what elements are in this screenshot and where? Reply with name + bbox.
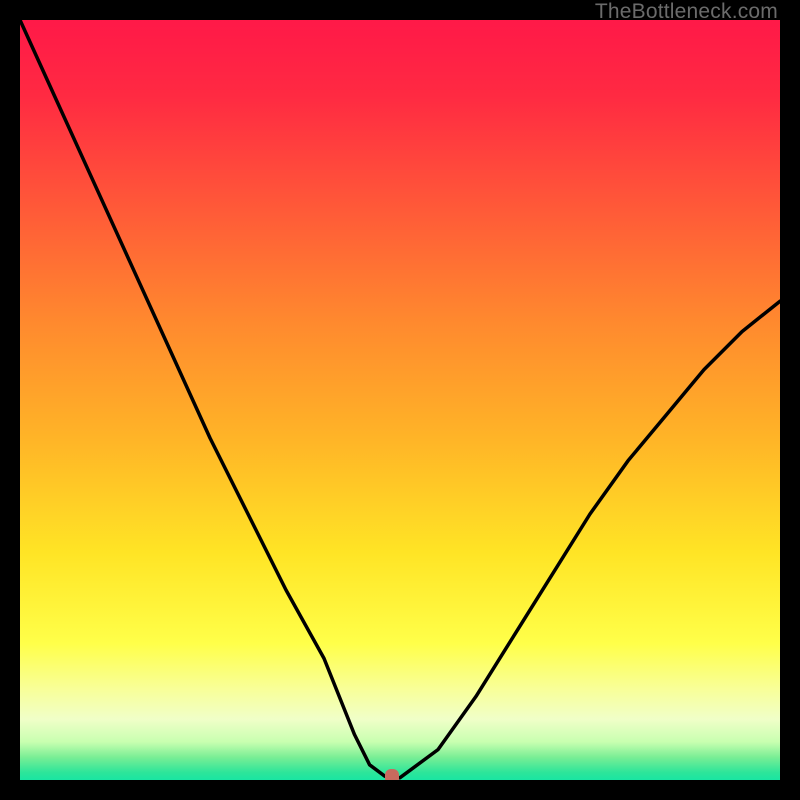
chart-container: TheBottleneck.com xyxy=(0,0,800,800)
optimum-marker xyxy=(385,769,399,780)
bottleneck-curve xyxy=(20,20,780,780)
plot-area xyxy=(20,20,780,780)
